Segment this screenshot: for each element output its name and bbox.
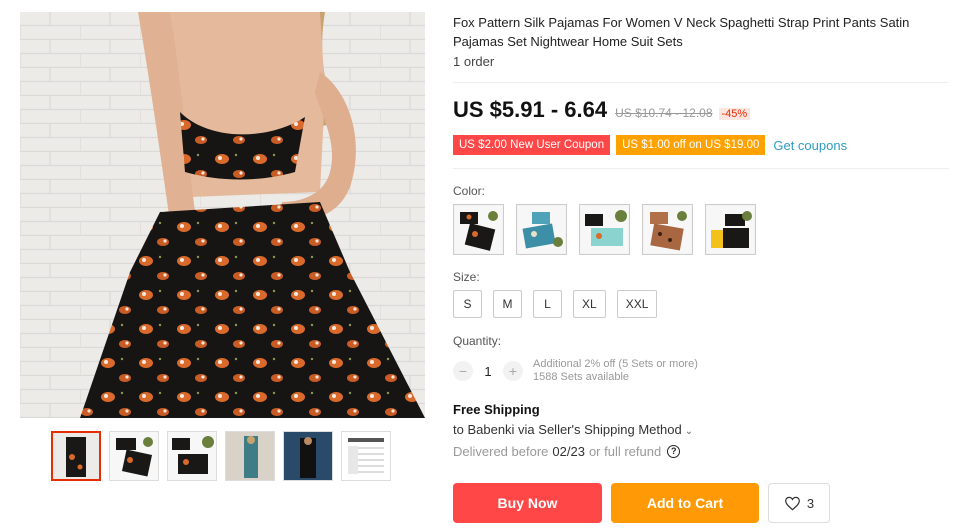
color-label: Color: (453, 184, 486, 198)
size-label: Size: (453, 270, 480, 284)
delivered-prefix: Delivered before (453, 444, 549, 459)
thumbnail-6-size-chart[interactable] (341, 431, 391, 481)
chevron-down-icon: ⌄ (684, 426, 694, 437)
color-options (453, 204, 756, 255)
quantity-decrease-button[interactable]: − (453, 361, 473, 381)
quantity-increase-button[interactable]: + (503, 361, 523, 381)
stock-available: 1588 Sets available (533, 371, 630, 383)
current-price: US $5.91 - 6.64 (453, 97, 608, 122)
color-option-mint-fox[interactable] (579, 204, 630, 255)
bulk-discount-note: Additional 2% off (5 Sets or more) (533, 358, 698, 370)
main-product-image[interactable] (20, 12, 425, 418)
wishlist-count: 3 (806, 495, 815, 511)
size-option-l[interactable]: L (533, 290, 562, 318)
size-option-s[interactable]: S (453, 290, 482, 318)
add-to-cart-button[interactable]: Add to Cart (611, 483, 759, 523)
original-price: US $10.74 - 12.08 (615, 106, 713, 120)
thumbnail-3[interactable] (167, 431, 217, 481)
quantity-value[interactable]: 1 (473, 364, 503, 379)
delivered-suffix: or full refund (588, 444, 662, 459)
price-row: US $5.91 - 6.64 US $10.74 - 12.08 -45% (453, 97, 751, 123)
delivered-date: 02/23 (552, 444, 585, 459)
wishlist-button[interactable]: 3 (768, 483, 830, 523)
quantity-stepper: − 1 + Additional 2% off (5 Sets or more)… (453, 358, 698, 384)
quantity-label: Quantity: (453, 334, 502, 348)
buy-now-button[interactable]: Buy Now (453, 483, 602, 523)
discount-badge: -45% (718, 108, 751, 120)
thumbnail-strip (51, 431, 391, 481)
delivery-estimate: Delivered before 02/23 or full refund ? (453, 444, 681, 459)
coupon-row: US $2.00 New User Coupon US $1.00 off on… (453, 135, 847, 155)
shipping-title: Free Shipping (453, 402, 540, 417)
get-coupons-link[interactable]: Get coupons (773, 138, 847, 153)
size-option-xl[interactable]: XL (573, 290, 606, 318)
color-option-blue-floral[interactable] (516, 204, 567, 255)
color-option-black-yellow[interactable] (705, 204, 756, 255)
size-option-m[interactable]: M (493, 290, 522, 318)
color-option-leopard[interactable] (642, 204, 693, 255)
product-title: Fox Pattern Silk Pajamas For Women V Nec… (453, 15, 910, 49)
thumbnail-2[interactable] (109, 431, 159, 481)
divider (453, 82, 949, 83)
thumbnail-5[interactable] (283, 431, 333, 481)
new-user-coupon[interactable]: US $2.00 New User Coupon (453, 135, 611, 155)
help-icon[interactable]: ? (667, 445, 681, 458)
thumbnail-1[interactable] (51, 431, 101, 481)
action-buttons: Buy Now Add to Cart 3 (453, 483, 830, 523)
store-coupon[interactable]: US $1.00 off on US $19.00 (616, 135, 766, 155)
size-option-xxl[interactable]: XXL (616, 290, 658, 318)
thumbnail-4[interactable] (225, 431, 275, 481)
color-option-black-fox[interactable] (453, 204, 504, 255)
quantity-note: Additional 2% off (5 Sets or more) 1588 … (533, 358, 698, 384)
shipping-destination[interactable]: to Babenki via Seller's Shipping Method ⌄ (453, 422, 693, 437)
order-count: 1 order (453, 54, 495, 69)
heart-icon (784, 496, 800, 510)
divider (453, 168, 949, 169)
product-photo (20, 12, 425, 418)
size-options: S M L XL XXL (453, 290, 658, 318)
shipping-method-text: to Babenki via Seller's Shipping Method (453, 422, 682, 437)
